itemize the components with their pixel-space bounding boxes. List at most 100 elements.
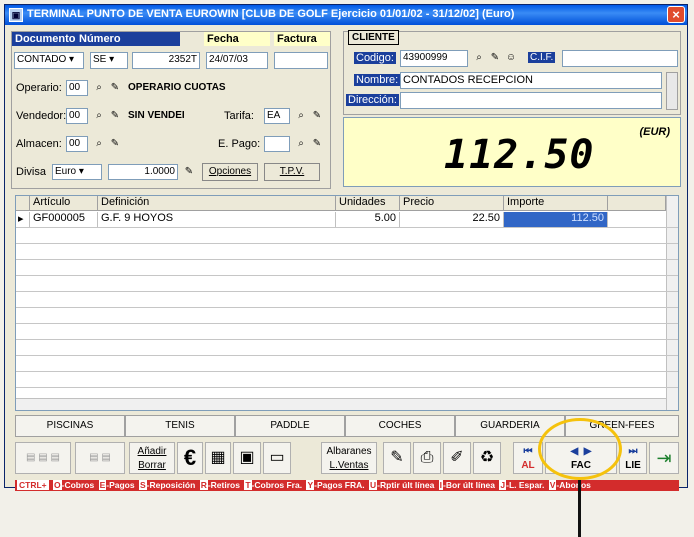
- numero-field[interactable]: 2352T: [132, 52, 200, 69]
- borrar-button[interactable]: Borrar: [130, 459, 174, 473]
- col-header-extra: [608, 196, 666, 211]
- direccion-scrollbar[interactable]: [666, 72, 678, 110]
- col-header-definicion[interactable]: Definición: [98, 196, 336, 211]
- tarifa-label: Tarifa:: [224, 110, 254, 122]
- binoculars-icon[interactable]: ⌕: [294, 110, 308, 122]
- shortcut-key: O: [53, 480, 62, 490]
- card-icon[interactable]: ▭: [263, 442, 291, 474]
- shortcut-borrar-linea[interactable]: -Bor últ línea: [443, 480, 495, 490]
- folder-edit-icon[interactable]: ✎: [310, 138, 324, 150]
- tab-coches[interactable]: COCHES: [345, 415, 455, 437]
- nombre-field[interactable]: CONTADOS RECEPCION: [400, 72, 662, 89]
- folder-edit-icon[interactable]: ✎: [488, 52, 502, 64]
- shortcut-repetir-linea[interactable]: -Rptir últ línea: [377, 480, 434, 490]
- nombre-label: Nombre:: [354, 74, 401, 86]
- calculator-icon[interactable]: ▦: [205, 442, 231, 474]
- shortcut-key: S: [138, 480, 147, 490]
- folder-edit-icon[interactable]: ✎: [310, 110, 324, 122]
- tpv-button[interactable]: T.P.V.: [264, 163, 320, 181]
- binoculars-icon[interactable]: ⌕: [294, 138, 308, 150]
- epago-field[interactable]: [264, 136, 290, 152]
- close-button[interactable]: ×: [667, 6, 685, 23]
- euro-button[interactable]: €: [177, 442, 203, 474]
- direccion-field[interactable]: [400, 92, 662, 109]
- grid-line: [16, 275, 678, 276]
- opciones-button[interactable]: Opciones: [202, 163, 258, 181]
- lines-grid: Artículo Definición Unidades Precio Impo…: [15, 195, 679, 411]
- shortcut-espar[interactable]: -L. Espar.: [506, 480, 544, 490]
- shortcut-retiros[interactable]: -Retiros: [208, 480, 240, 490]
- binoculars-icon[interactable]: ⌕: [92, 110, 106, 122]
- grid-line: [16, 291, 678, 292]
- grid-line: [16, 323, 678, 324]
- shortcut-cobros[interactable]: -Cobros: [62, 480, 95, 490]
- tarifa-field[interactable]: EA: [264, 108, 290, 124]
- cash-register-icon[interactable]: ▣: [233, 442, 261, 474]
- binoculars-icon[interactable]: ⌕: [472, 52, 486, 64]
- serie-select[interactable]: SE ▾: [90, 52, 128, 69]
- grid-line: [16, 387, 678, 388]
- user-icon[interactable]: ☺: [504, 52, 518, 64]
- tab-piscinas[interactable]: PISCINAS: [15, 415, 125, 437]
- chevron-down-icon: ▾: [109, 54, 115, 65]
- binoculars-icon[interactable]: ⌕: [92, 82, 106, 94]
- col-header-unidades[interactable]: Unidades: [336, 196, 400, 211]
- pos-window: ▣ TERMINAL PUNTO DE VENTA EUROWIN [CLUB …: [4, 4, 688, 491]
- grid-line: [16, 355, 678, 356]
- lventas-label: L.Ventas: [329, 460, 369, 471]
- trash-icon[interactable]: ♻: [473, 442, 501, 474]
- folder-edit-icon[interactable]: ✎: [108, 82, 122, 94]
- folder-edit-icon[interactable]: ✎: [108, 110, 122, 122]
- cambio-field[interactable]: 1.0000: [108, 164, 178, 180]
- edit-document-icon[interactable]: ✎: [383, 442, 411, 474]
- documento-header: Documento: [12, 32, 76, 46]
- cell-articulo[interactable]: GF000005: [30, 212, 98, 227]
- operario-label: Operario:: [16, 82, 62, 94]
- shortcut-abonos[interactable]: -Abonos: [556, 480, 590, 490]
- grid-horizontal-scrollbar[interactable]: [16, 398, 666, 410]
- binoculars-icon[interactable]: ⌕: [92, 138, 106, 150]
- shortcut-pagos-fra[interactable]: -Pagos FRA.: [314, 480, 365, 490]
- factura-field[interactable]: [274, 52, 328, 69]
- vendedor-field[interactable]: 00: [66, 108, 88, 124]
- col-header-precio[interactable]: Precio: [400, 196, 504, 211]
- documento-select[interactable]: CONTADO ▾: [14, 52, 84, 69]
- col-header-importe[interactable]: Importe: [504, 196, 608, 211]
- row-pointer-icon: ▸: [16, 212, 30, 227]
- disabled-nav-group: ▤ ▤: [75, 442, 125, 474]
- shortcut-key: U: [369, 480, 378, 490]
- document-panel: Documento Número Fecha Factura CONTADO ▾…: [11, 31, 331, 189]
- cell-unidades[interactable]: 5.00: [336, 212, 400, 227]
- shortcut-pagos[interactable]: -Pagos: [106, 480, 134, 490]
- operario-field[interactable]: 00: [66, 80, 88, 96]
- printer-icon[interactable]: ⎙: [413, 442, 441, 474]
- shortcut-reposicion[interactable]: -Reposición: [147, 480, 196, 490]
- divisa-select[interactable]: Euro ▾: [52, 164, 102, 180]
- fecha-header: Fecha: [204, 32, 270, 46]
- cif-field[interactable]: [562, 50, 678, 67]
- tab-tenis[interactable]: TENIS: [125, 415, 235, 437]
- anadir-button[interactable]: Añadir: [130, 445, 174, 459]
- folder-edit-icon[interactable]: ✎: [182, 166, 196, 178]
- grid-line: [16, 371, 678, 372]
- codigo-field[interactable]: 43900999: [400, 50, 468, 67]
- brush-icon[interactable]: ✐: [443, 442, 471, 474]
- grid-line: [16, 339, 678, 340]
- almacen-field[interactable]: 00: [66, 136, 88, 152]
- fecha-field[interactable]: 24/07/03: [206, 52, 268, 69]
- shortcut-cobros-fra[interactable]: -Cobros Fra.: [252, 480, 303, 490]
- grid-vertical-scrollbar[interactable]: [666, 196, 678, 410]
- last-record-button[interactable]: ⏭ LIE: [619, 442, 647, 474]
- folder-edit-icon[interactable]: ✎: [108, 138, 122, 150]
- cell-precio[interactable]: 22.50: [400, 212, 504, 227]
- col-header-articulo[interactable]: Artículo: [30, 196, 98, 211]
- last-icon: ⏭: [628, 446, 638, 457]
- cell-importe[interactable]: 112.50: [504, 212, 608, 227]
- direccion-label: Dirección:: [346, 94, 399, 106]
- tab-paddle[interactable]: PADDLE: [235, 415, 345, 437]
- exit-icon[interactable]: ⇥: [649, 442, 679, 474]
- albaranes-group[interactable]: Albaranes L.Ventas: [321, 442, 377, 474]
- cell-definicion[interactable]: G.F. 9 HOYOS: [98, 212, 336, 227]
- chevron-down-icon: ▾: [78, 166, 84, 177]
- highlight-circle: [538, 418, 622, 480]
